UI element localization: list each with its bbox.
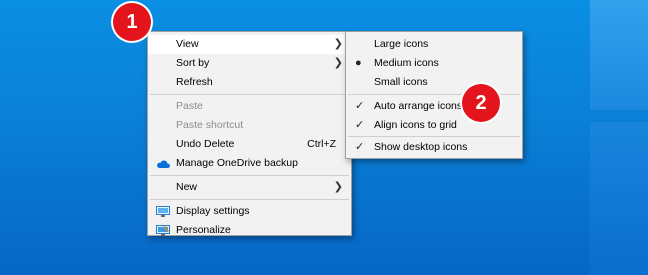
menu-item-label: Sort by (176, 57, 210, 69)
menu-separator (150, 175, 349, 176)
menu-item-label: New (176, 181, 198, 193)
personalize-icon (156, 225, 170, 236)
chevron-right-icon: ❯ (333, 57, 343, 69)
menu-item-label: Display settings (176, 205, 250, 217)
menu-item-label: Paste shortcut (176, 119, 244, 131)
menu-item-paste[interactable]: Paste (148, 97, 351, 116)
checkmark-icon: ✓ (355, 119, 365, 131)
menu-item-new[interactable]: New ❯ (148, 178, 351, 197)
menu-separator (150, 199, 349, 200)
menu-item-refresh[interactable]: Refresh (148, 73, 351, 92)
step-callout-2: 2 (462, 84, 500, 122)
menu-item-label: Personalize (176, 224, 231, 236)
menu-item-label: Manage OneDrive backup (176, 157, 298, 169)
checkmark-icon: ✓ (355, 100, 365, 112)
menu-item-label: Align icons to grid (374, 119, 457, 131)
menu-item-label: Show desktop icons (374, 141, 468, 153)
submenu-item-show-desktop-icons[interactable]: ✓ Show desktop icons (346, 138, 522, 157)
desktop-pane-top (590, 0, 648, 110)
checkmark-icon: ✓ (355, 141, 365, 153)
menu-item-personalize[interactable]: Personalize (148, 221, 351, 240)
menu-item-label: Small icons (374, 76, 428, 88)
submenu-item-medium-icons[interactable]: ● Medium icons (346, 54, 522, 73)
submenu-item-large-icons[interactable]: Large icons (346, 35, 522, 54)
submenu-item-small-icons[interactable]: Small icons (346, 73, 522, 92)
menu-item-label: Large icons (374, 38, 429, 50)
menu-item-manage-onedrive-backup[interactable]: Manage OneDrive backup (148, 154, 351, 173)
desktop-context-menu: View ❯ Sort by ❯ Refresh Paste Paste sho… (147, 31, 352, 236)
menu-item-label: Auto arrange icons (374, 100, 463, 112)
submenu-item-align-icons-to-grid[interactable]: ✓ Align icons to grid (346, 116, 522, 135)
menu-item-display-settings[interactable]: Display settings (148, 202, 351, 221)
menu-item-label: Paste (176, 100, 203, 112)
menu-item-paste-shortcut[interactable]: Paste shortcut (148, 116, 351, 135)
menu-item-label: Refresh (176, 76, 213, 88)
onedrive-icon (157, 160, 170, 168)
menu-item-label: Medium icons (374, 57, 439, 69)
display-settings-icon (156, 206, 170, 217)
desktop-pane-bottom (590, 122, 648, 275)
menu-item-sort-by[interactable]: Sort by ❯ (148, 54, 351, 73)
menu-item-shortcut: Ctrl+Z (307, 138, 336, 150)
menu-item-undo-delete[interactable]: Undo Delete Ctrl+Z (148, 135, 351, 154)
menu-item-view[interactable]: View ❯ (148, 35, 351, 54)
menu-item-label: Undo Delete (176, 138, 235, 150)
chevron-right-icon: ❯ (333, 181, 343, 193)
menu-item-label: View (176, 38, 199, 50)
menu-separator (150, 94, 349, 95)
chevron-right-icon: ❯ (333, 38, 343, 50)
menu-separator (348, 136, 520, 137)
step-callout-1: 1 (113, 3, 151, 41)
radio-bullet-icon: ● (355, 57, 362, 69)
